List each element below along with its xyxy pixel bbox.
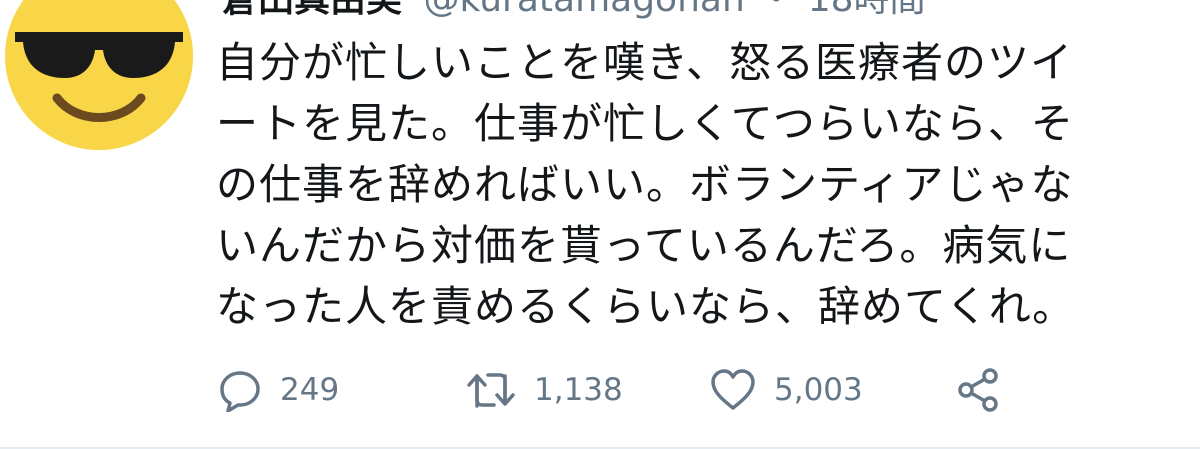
- tweet-text-line: の仕事を辞めればいい。ボランティアじゃな: [216, 160, 1074, 209]
- tweet-text-line: ートを見た。仕事が忙しくてつらいなら、そ: [216, 99, 1074, 148]
- tweet-text: 自分が忙しいことを嘆き、怒る医療者のツイ ートを見た。仕事が忙しくてつらいなら、…: [216, 32, 1176, 337]
- like-button[interactable]: 5,003: [710, 364, 863, 416]
- tweet-text-line: なった人を責めるくらいなら、辞めてくれ。: [216, 282, 1076, 331]
- tweet-text-line: いんだから対価を貰っているんだろ。病気に: [216, 221, 1072, 270]
- tweet-text-line: 自分が忙しいことを嘆き、怒る医療者のツイ: [216, 38, 1074, 87]
- tweet-header: 倉田真由美 @kuratamagohan ・ 18時間: [222, 0, 926, 22]
- display-name[interactable]: 倉田真由美: [222, 0, 402, 20]
- tweet[interactable]: 倉田真由美 @kuratamagohan ・ 18時間 自分が忙しいことを嘆き、…: [0, 0, 1200, 449]
- reply-count: 249: [280, 372, 340, 408]
- chevron-down-icon[interactable]: [1146, 0, 1170, 6]
- avatar[interactable]: [5, 0, 193, 150]
- share-icon: [958, 368, 998, 412]
- like-count: 5,003: [774, 372, 863, 408]
- heart-icon: [711, 369, 755, 410]
- user-handle[interactable]: @kuratamagohan: [423, 0, 744, 20]
- retweet-count: 1,138: [534, 372, 623, 408]
- retweet-icon: [467, 373, 515, 408]
- header-separator: ・: [758, 0, 794, 20]
- tweet-actions: 249 1,138 5,003: [218, 364, 1178, 416]
- share-button[interactable]: [956, 364, 1002, 416]
- timestamp[interactable]: 18時間: [808, 0, 926, 20]
- reply-button[interactable]: 249: [218, 364, 339, 416]
- reply-icon: [220, 371, 260, 412]
- sunglasses-emoji-icon: [5, 0, 193, 150]
- retweet-button[interactable]: 1,138: [466, 364, 623, 416]
